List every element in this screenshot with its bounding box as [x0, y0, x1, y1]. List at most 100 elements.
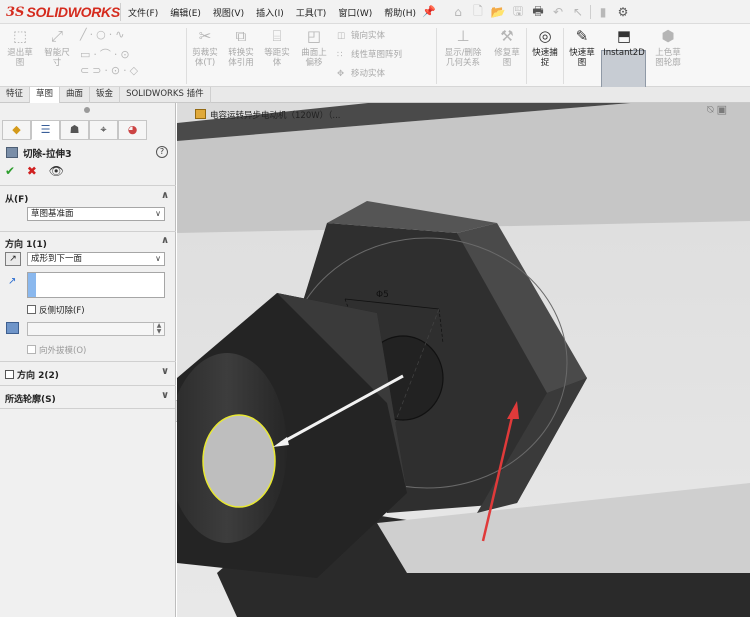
direction2-section-header[interactable]: 方向 2(2) ∨ — [0, 365, 176, 381]
ribbon-separator — [563, 28, 564, 84]
undo-icon[interactable]: ↶ — [548, 5, 568, 19]
checkbox-box — [27, 345, 36, 354]
sketch-slot-tools-icon[interactable]: ⊂⊃·⊙·◇ — [80, 64, 141, 77]
graphics-viewport[interactable]: 电容运转异步电动机（120W）（... ⍉▣ Φ5 — [177, 103, 750, 617]
exit-sketch-button[interactable]: ⬚ 退出草 图 — [4, 26, 36, 68]
mirror-entities-button[interactable]: ◫ 镜向实体 — [337, 29, 385, 41]
reverse-direction-icon[interactable]: ↗ — [5, 252, 21, 266]
offset-entities-button[interactable]: ⌸ 等距实 体 — [260, 26, 294, 68]
section-divider — [0, 361, 176, 362]
spinner-arrows-icon[interactable]: ▲ ▼ — [153, 323, 164, 335]
trim-entities-button[interactable]: ✂ 剪裁实 体(T) — [188, 26, 222, 68]
quick-snaps-button[interactable]: ◎ 快速捕 捉 — [529, 26, 561, 68]
section-divider — [0, 231, 176, 232]
ok-check-icon[interactable]: ✔ — [5, 164, 15, 178]
tab-sketch[interactable]: 草图 — [30, 87, 61, 103]
menu-file[interactable]: 文件(F) — [128, 6, 158, 19]
convert-entities-button[interactable]: ⧉ 转换实 体引用 — [224, 26, 258, 68]
confirm-row: ✔ ✖ 👁 — [5, 164, 64, 178]
help-icon[interactable]: ? — [156, 146, 168, 158]
dropdown-arrow-icon: ∨ — [155, 254, 161, 263]
selected-contours-section-header[interactable]: 所选轮廓(S) ∨ — [0, 389, 176, 405]
repair-sketch-label: 修复草 图 — [494, 48, 520, 68]
shaded-sketch-contours-button[interactable]: ⬢ 上色草 图轮廓 — [650, 26, 686, 68]
preview-eye-icon[interactable]: 👁 — [49, 164, 64, 178]
instant2d-button[interactable]: ⬒ Instant2D — [602, 26, 646, 58]
smart-dimension-button[interactable]: ⤢ 智能尺 寸 — [40, 26, 74, 68]
linear-pattern-label: 线性草图阵列 — [351, 50, 403, 60]
flip-side-to-cut-checkbox[interactable]: 反侧切除(F) — [27, 304, 85, 316]
draft-icon[interactable] — [6, 322, 19, 334]
menu-edit[interactable]: 编辑(E) — [170, 6, 201, 19]
home-icon[interactable]: ⌂ — [448, 5, 468, 19]
offset-label: 等距实 体 — [264, 48, 290, 68]
dimension-value[interactable]: Φ5 — [376, 290, 389, 300]
tab-sheet-metal[interactable]: 钣金 — [90, 87, 121, 103]
repair-sketch-button[interactable]: ⚒ 修复草 图 — [490, 26, 524, 68]
collapse-chevron-icon: ∧ — [161, 190, 170, 201]
tab-surfaces[interactable]: 曲面 — [60, 87, 91, 103]
menu-insert[interactable]: 插入(I) — [256, 6, 284, 19]
dimxpert-icon[interactable]: ⌖ — [89, 120, 118, 140]
tab-solidworks-addins[interactable]: SOLIDWORKS 插件 — [120, 87, 211, 103]
view-tools-icons[interactable]: ⍉▣ — [707, 103, 730, 117]
configuration-manager-icon[interactable]: ☗ — [60, 120, 89, 140]
display-delete-relations-button[interactable]: ⊥ 显示/删除 几何关系 — [440, 26, 486, 68]
surface-offset-button[interactable]: ◰ 曲面上 偏移 — [296, 26, 332, 68]
tab-features[interactable]: 特征 — [0, 87, 31, 103]
model-view-canvas[interactable] — [177, 103, 750, 617]
section-divider — [0, 385, 176, 386]
command-tabs: 特征 草图 曲面 钣金 SOLIDWORKS 插件 — [0, 87, 750, 103]
menu-help[interactable]: 帮助(H) — [384, 6, 416, 19]
section-divider — [0, 408, 176, 409]
smart-dimension-icon: ⤢ — [50, 27, 63, 45]
rebuild-icon[interactable]: ▮ — [593, 5, 613, 19]
linear-pattern-button[interactable]: ∷ 线性草图阵列 — [337, 48, 402, 60]
rapid-sketch-button[interactable]: ✎ 快速草 图 — [565, 26, 599, 68]
rapid-sketch-label: 快速草 图 — [569, 48, 595, 68]
options-gear-icon[interactable]: ⚙ — [613, 5, 633, 19]
select-icon[interactable]: ↖ — [568, 5, 588, 19]
selected-face-highlight[interactable] — [202, 414, 276, 508]
open-file-icon[interactable]: 📂 — [488, 5, 508, 19]
solidworks-logo[interactable]: 3S SOLIDWORKS — [6, 3, 120, 21]
draft-outward-checkbox[interactable]: 向外拔模(O) — [27, 344, 86, 356]
repair-sketch-icon: ⚒ — [500, 27, 514, 45]
command-manager-ribbon: ⬚ 退出草 图 ⤢ 智能尺 寸 ╱·○·∿ ▭·⌒·⊙ ⊂⊃·⊙·◇ ✂ 剪裁实… — [0, 24, 750, 107]
from-section-header[interactable]: 从(F) ∧ — [0, 189, 176, 205]
menu-tools[interactable]: 工具(T) — [296, 6, 327, 19]
feature-title-text: 切除-拉伸3 — [23, 149, 72, 160]
draft-angle-spinner[interactable]: ▲ ▼ — [27, 322, 165, 336]
pin-icon[interactable]: 📌 — [422, 5, 436, 18]
menu-view[interactable]: 视图(V) — [213, 6, 244, 19]
flip-side-label: 反侧切除(F) — [39, 306, 85, 316]
move-icon: ✥ — [337, 69, 345, 79]
feature-manager-icon[interactable]: ◆ — [2, 120, 31, 140]
from-condition-select[interactable]: 草图基准面 ∨ — [27, 207, 165, 221]
display-manager-icon[interactable]: ◕ — [118, 120, 147, 140]
cancel-x-icon[interactable]: ✖ — [27, 164, 37, 178]
title-separator — [120, 3, 121, 21]
assembly-icon — [195, 109, 206, 119]
property-manager-icon[interactable]: ☰ — [31, 120, 60, 140]
end-condition-select[interactable]: 成形到下一面 ∨ — [27, 252, 165, 266]
menu-window[interactable]: 窗口(W) — [338, 6, 372, 19]
save-icon[interactable]: 🖫 — [508, 2, 528, 23]
direction1-section-header[interactable]: 方向 1(1) ∧ — [0, 234, 176, 250]
ribbon-separator — [526, 28, 527, 84]
active-selection-indicator — [28, 273, 36, 297]
panel-grip-handle[interactable] — [84, 107, 90, 113]
print-icon[interactable]: 🖶 — [528, 2, 548, 23]
sketch-line-tools-icon[interactable]: ╱·○·∿ — [80, 28, 127, 41]
ds-logo-mark: 3S — [6, 4, 25, 20]
from-section-label: 从(F) — [5, 195, 29, 205]
direction-selection-box[interactable] — [27, 272, 165, 298]
surface-offset-label: 曲面上 偏移 — [301, 48, 327, 68]
sketch-rect-tools-icon[interactable]: ▭·⌒·⊙ — [80, 46, 133, 62]
document-title[interactable]: 电容运转异步电动机（120W）（... — [195, 109, 341, 121]
new-file-icon[interactable]: 🗋 — [468, 2, 488, 23]
quick-snaps-label: 快速捕 捉 — [532, 48, 558, 68]
direction2-checkbox[interactable] — [5, 370, 14, 379]
move-entities-button[interactable]: ✥ 移动实体 — [337, 67, 385, 79]
instant2d-label: Instant2D — [603, 48, 645, 58]
